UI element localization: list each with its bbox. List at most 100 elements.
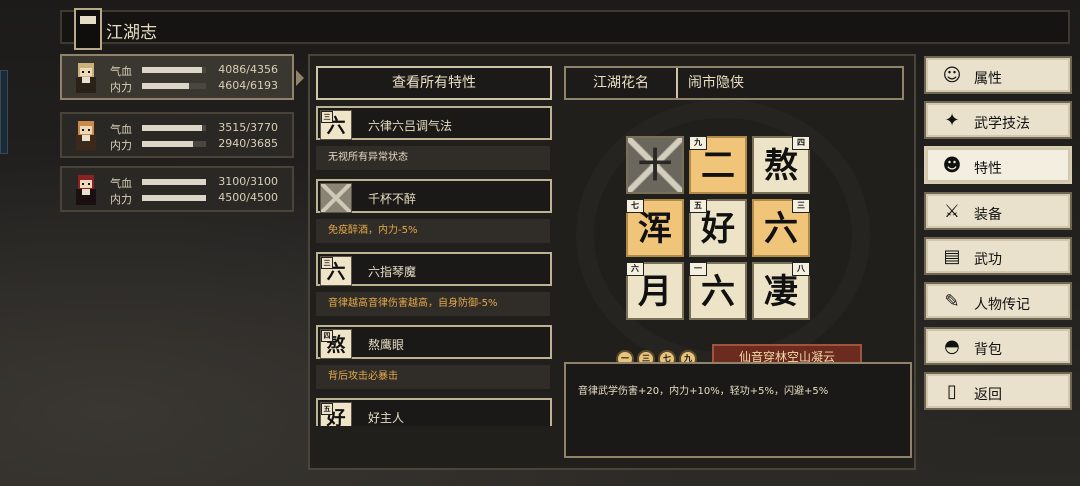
hp-bar (142, 125, 206, 131)
grid-cell[interactable]: 四熬 (752, 136, 810, 194)
book-icon: ▤ (943, 245, 961, 267)
character-card[interactable]: 气血 4086/4356 内力 4604/6193 (60, 54, 294, 100)
hp-value: 3100/3100 (218, 175, 278, 188)
mp-value: 2940/3685 (218, 137, 278, 150)
trait-name: 熬鹰眼 (368, 338, 405, 352)
grid-cell[interactable]: 一六 (689, 262, 747, 320)
menu-label: 背包 (974, 342, 1002, 359)
character-portrait (68, 117, 104, 153)
title-bar: 江湖志 (60, 8, 1070, 50)
trait-list[interactable]: 三六 六律六吕调气法 无视所有异常状态 千杯不醉 免疫醉酒，内力-5% 三六 六… (316, 106, 552, 426)
grid-cell[interactable]: 九二 (689, 136, 747, 194)
skills-icon: ✦ (944, 110, 960, 132)
cell-char: 二 (701, 146, 735, 186)
trait-desc: 免疫醉酒，内力-5% (316, 219, 550, 243)
chain-icon (320, 183, 352, 213)
trait-char-icon: 四熬 (320, 329, 352, 359)
cell-char: 六 (701, 272, 735, 312)
cell-badge: 五 (689, 199, 707, 213)
grid-cell[interactable]: 十 (626, 136, 684, 194)
menu-button[interactable]: ◓ 背包 (924, 327, 1072, 366)
trait-header[interactable]: 三六 六指琴魔 (316, 252, 552, 286)
trait-grid: 十九二四熬七浑五好三六六月一六八凄 (626, 136, 816, 326)
hp-bar (142, 67, 206, 73)
hp-bar (142, 179, 206, 185)
menu-label: 属性 (974, 71, 1002, 87)
bag-icon: ◓ (944, 336, 960, 358)
menu-button[interactable]: ☻ 特性 (924, 146, 1072, 185)
scroll-icon: ✎ (944, 291, 960, 312)
cell-badge: 七 (626, 199, 644, 213)
cell-badge: 一 (689, 262, 707, 276)
effect-box: 音律武学伤害+20，内力+10%，轻功+5%，闪避+5% (564, 362, 912, 458)
cell-badge: 九 (689, 136, 707, 150)
hp-value: 3515/3770 (218, 121, 278, 134)
cell-badge: 六 (626, 262, 644, 276)
grid-cell[interactable]: 六月 (626, 262, 684, 320)
mp-label: 内力 (110, 139, 132, 152)
nickname-bar: 江湖花名 闹市隐侠 (564, 66, 904, 100)
menu-label: 武功 (974, 251, 1002, 268)
grid-cell[interactable]: 五好 (689, 199, 747, 257)
selected-arrow-icon (296, 70, 304, 86)
window-title: 江湖志 (106, 23, 157, 43)
grid-cell[interactable]: 七浑 (626, 199, 684, 257)
trait-desc: 无视所有异常状态 (316, 146, 550, 170)
trait-name: 六指琴魔 (368, 265, 417, 279)
side-edge (0, 70, 8, 154)
menu-label: 武学技法 (974, 116, 1030, 133)
mp-bar (142, 83, 206, 89)
mp-value: 4604/6193 (218, 79, 278, 92)
trait-desc: 背后攻击必暴击 (316, 365, 550, 389)
menu-button[interactable]: ▯ 返回 (924, 372, 1072, 411)
cell-char: 十 (638, 146, 672, 186)
mp-bar (142, 141, 206, 147)
cell-badge: 四 (792, 136, 810, 150)
trait-header[interactable]: 五好 好主人 (316, 398, 552, 426)
view-all-traits-button[interactable]: 查看所有特性 (316, 66, 552, 100)
cell-badge: 三 (792, 199, 810, 213)
trait-header[interactable]: 四熬 熬鹰眼 (316, 325, 552, 359)
menu-button[interactable]: ✦ 武学技法 (924, 101, 1072, 140)
trait-char-icon: 三六 (320, 110, 352, 140)
menu-button[interactable]: ⚔ 装备 (924, 191, 1072, 230)
grid-cell[interactable]: 三六 (752, 199, 810, 257)
menu-label: 装备 (974, 206, 1002, 223)
trait-char-icon: 三六 (320, 256, 352, 286)
character-card[interactable]: 气血 3515/3770 内力 2940/3685 (60, 112, 294, 158)
cell-char: 浑 (638, 209, 672, 249)
nickname-value: 闹市隐侠 (688, 75, 744, 91)
book-icon (74, 8, 102, 50)
cell-char: 熬 (764, 146, 798, 186)
trait-icon: ☻ (942, 155, 962, 177)
trait-name: 千杯不醉 (368, 192, 417, 206)
person-icon: ☺ (942, 65, 962, 86)
door-icon: ▯ (947, 381, 957, 403)
menu-label: 特性 (974, 161, 1002, 178)
mp-label: 内力 (110, 193, 132, 206)
hp-value: 4086/4356 (218, 63, 278, 76)
grid-cell[interactable]: 八凄 (752, 262, 810, 320)
hp-label: 气血 (110, 177, 132, 190)
trait-desc: 音律越高音律伤害越高，自身防御-5% (316, 292, 550, 316)
mp-bar (142, 195, 206, 201)
trait-header[interactable]: 三六 六律六吕调气法 (316, 106, 552, 140)
hp-label: 气血 (110, 65, 132, 78)
trait-header[interactable]: 千杯不醉 (316, 179, 552, 213)
mp-label: 内力 (110, 81, 132, 94)
menu-button[interactable]: ▤ 武功 (924, 236, 1072, 275)
character-card[interactable]: 气血 3100/3100 内力 4500/4500 (60, 166, 294, 212)
trait-name: 好主人 (368, 411, 405, 425)
trait-char-icon: 五好 (320, 402, 352, 426)
menu-button[interactable]: ☺ 属性 (924, 56, 1072, 94)
hp-label: 气血 (110, 123, 132, 136)
character-portrait (68, 171, 104, 207)
menu-button[interactable]: ✎ 人物传记 (924, 282, 1072, 320)
combo-effect: 音律武学伤害+20，内力+10%，轻功+5%，闪避+5% (578, 386, 829, 397)
trait-name: 六律六吕调气法 (368, 119, 453, 133)
cell-char: 月 (638, 272, 672, 312)
sword-icon: ⚔ (943, 200, 961, 222)
menu-label: 返回 (974, 387, 1002, 404)
cell-char: 凄 (764, 272, 798, 312)
mp-value: 4500/4500 (218, 191, 278, 204)
